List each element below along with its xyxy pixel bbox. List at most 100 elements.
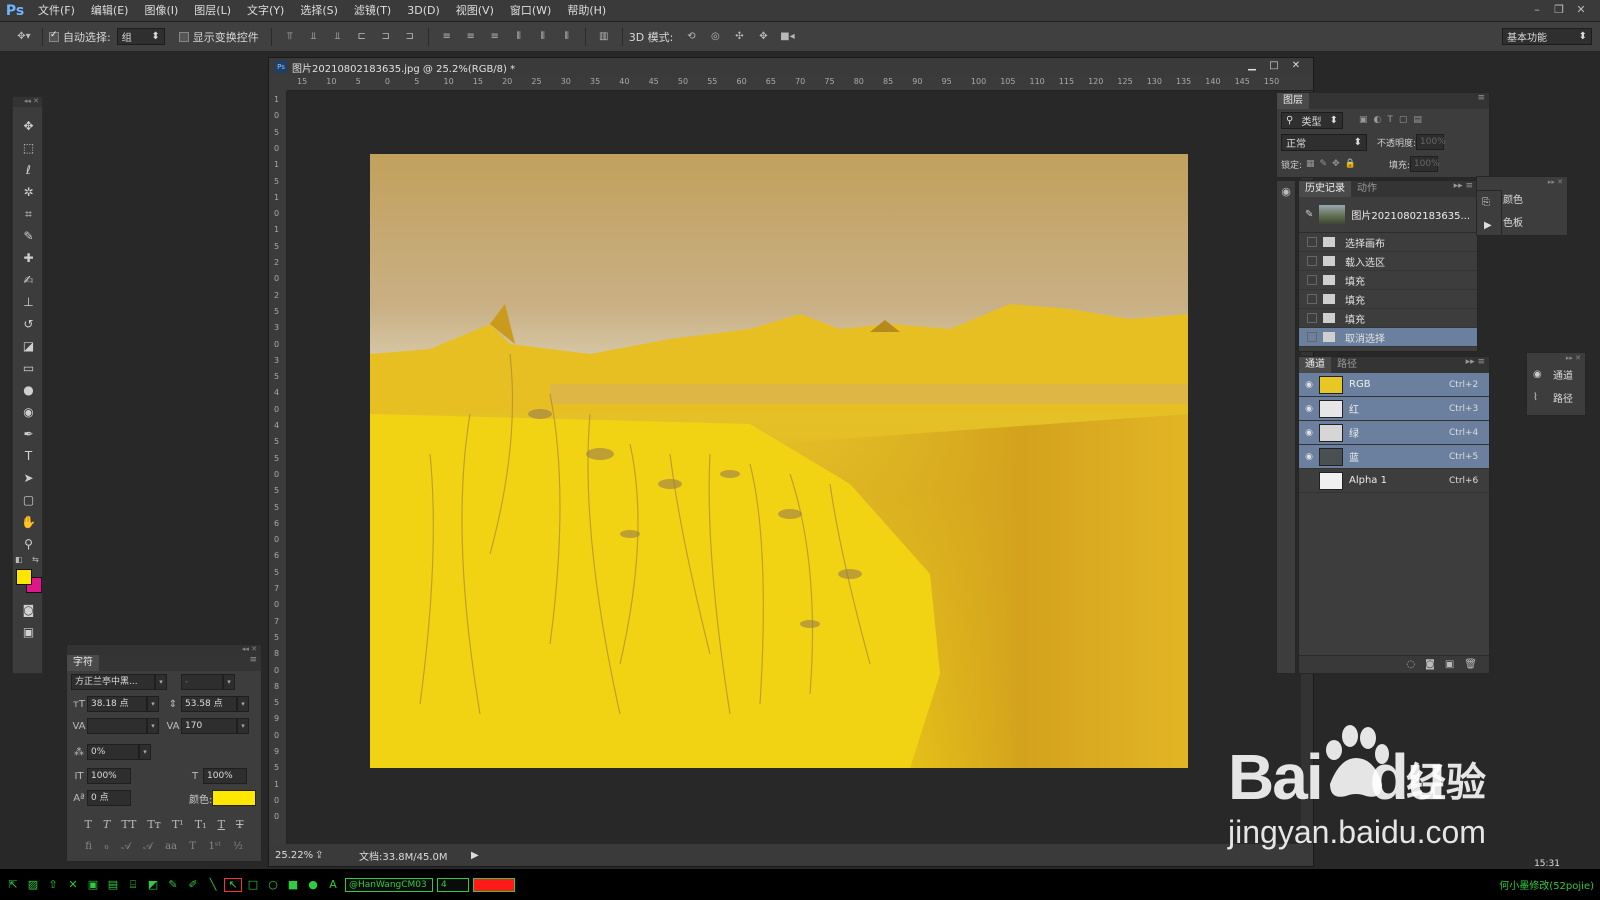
mini-panel-header[interactable]: ▸▸ ✕ xyxy=(1477,177,1567,187)
tb-up-icon[interactable]: ⇧ xyxy=(44,878,62,892)
mini-paths-button[interactable]: ⌇ 路径 xyxy=(1527,386,1585,409)
3d-pan-icon[interactable]: ✣ xyxy=(729,28,749,46)
panel-menu-icon[interactable]: ≡ xyxy=(249,655,257,665)
path-selection-tool-icon[interactable]: ➤ xyxy=(13,467,44,489)
tb-pen-icon[interactable]: ✎ xyxy=(164,878,182,892)
tb-marker-icon[interactable]: ✐ xyxy=(184,878,202,892)
character-panel-header[interactable]: ◂◂ ✕ xyxy=(67,645,261,655)
show-transform-checkbox[interactable] xyxy=(178,31,189,42)
ordinals-icon[interactable]: T xyxy=(189,841,196,852)
titling-icon[interactable]: aa xyxy=(165,841,177,852)
ligatures-icon[interactable]: fi xyxy=(85,841,92,852)
tb-text-icon[interactable]: A xyxy=(324,878,342,892)
lasso-tool-icon[interactable]: ℓ xyxy=(13,159,44,181)
clone-stamp-tool-icon[interactable]: ⊥ xyxy=(13,291,44,313)
tb-save-icon[interactable]: ▣ xyxy=(84,878,102,892)
tb-eraser-icon[interactable]: ◩ xyxy=(144,878,162,892)
history-item[interactable]: 填充 xyxy=(1299,309,1477,328)
menu-item[interactable]: 选择(S) xyxy=(292,0,346,22)
small-caps-icon[interactable]: Tт xyxy=(147,818,160,831)
history-brush-checkbox[interactable] xyxy=(1307,313,1317,323)
chevron-down-icon[interactable]: ▾ xyxy=(237,718,249,734)
tsume-field[interactable]: 0% xyxy=(87,744,139,760)
ordinals-st-icon[interactable]: 1ˢᵗ xyxy=(208,841,220,852)
faux-italic-icon[interactable]: T xyxy=(103,818,110,831)
tb-filled-rect-icon[interactable]: ■ xyxy=(284,878,302,892)
chevron-down-icon[interactable]: ▾ xyxy=(147,696,159,712)
canvas-image[interactable] xyxy=(370,154,1188,768)
blend-mode-dropdown[interactable]: 正常 ⬍ xyxy=(1281,133,1367,151)
history-brush-checkbox[interactable] xyxy=(1307,294,1317,304)
menu-item[interactable]: 3D(D) xyxy=(399,0,448,22)
old-style-icon[interactable]: ℴ xyxy=(104,841,109,852)
shape-tool-icon[interactable]: ▢ xyxy=(13,489,44,511)
menu-item[interactable]: 文件(F) xyxy=(30,0,83,22)
mini-channels-button[interactable]: ◉ 通道 xyxy=(1527,363,1585,386)
move-tool-preset-icon[interactable]: ✥▾ xyxy=(14,28,34,46)
brush-tool-icon[interactable]: ✍ xyxy=(13,269,44,291)
panel-menu-icon[interactable]: ≡ xyxy=(1477,93,1485,103)
hand-tool-icon[interactable]: ✋ xyxy=(13,511,44,533)
auto-select-checkbox[interactable] xyxy=(49,30,59,42)
share-icon[interactable]: ⇪ xyxy=(315,850,359,861)
swash-icon[interactable]: 𝒜 xyxy=(121,841,130,852)
eye-icon[interactable]: ◉ xyxy=(1299,404,1319,414)
magic-wand-tool-icon[interactable]: ✲ xyxy=(13,181,44,203)
vertical-ruler[interactable]: 1050151015202530354045505560657075808590… xyxy=(269,91,287,844)
font-size-field[interactable]: 38.18 点 xyxy=(87,696,147,712)
chevron-down-icon[interactable]: ▾ xyxy=(147,718,159,734)
screen-mode-icon[interactable]: ▣ xyxy=(13,621,44,643)
channel-row[interactable]: ◉ RGB Ctrl+2 xyxy=(1299,373,1489,397)
underline-icon[interactable]: T xyxy=(218,818,225,831)
tab-channels-0[interactable]: 通道 xyxy=(1299,357,1331,373)
tb-user-field[interactable]: @HanWangCM03 xyxy=(345,877,433,892)
tools-panel-header[interactable]: ◂◂ ✕ xyxy=(13,97,42,107)
distribute-left-icon[interactable]: ⫴ xyxy=(509,28,529,46)
delete-channel-icon[interactable]: 🗑 xyxy=(1464,659,1477,670)
tb-size-field[interactable]: 4 xyxy=(437,877,469,892)
tb-color-field[interactable] xyxy=(473,877,515,892)
panel-menu-icon[interactable]: ▸▸ ≡ xyxy=(1454,181,1473,191)
superscript-icon[interactable]: T¹ xyxy=(172,818,184,831)
strikethrough-icon[interactable]: T xyxy=(236,818,243,831)
tb-screen-icon[interactable]: ▤ xyxy=(104,878,122,892)
align-hcenter-icon[interactable]: ⊐ xyxy=(376,28,396,46)
tab-history-1[interactable]: 动作 xyxy=(1351,181,1383,197)
eye-icon[interactable]: ◉ xyxy=(1299,428,1319,438)
channel-row[interactable]: ◉ 红 Ctrl+3 xyxy=(1299,397,1489,421)
history-brush-source-icon[interactable]: ✎ xyxy=(1305,209,1313,220)
3d-slide-icon[interactable]: ✥ xyxy=(753,28,773,46)
history-item[interactable]: 选择画布 xyxy=(1299,233,1477,252)
healing-brush-tool-icon[interactable]: ✚ xyxy=(13,247,44,269)
history-brush-checkbox[interactable] xyxy=(1307,237,1317,247)
history-item[interactable]: 取消选择 xyxy=(1299,328,1477,347)
distribute-right-icon[interactable]: ⫴ xyxy=(557,28,577,46)
stylistic-alt-icon[interactable]: 𝒜 xyxy=(143,841,152,852)
kerning-field[interactable] xyxy=(87,718,147,734)
menu-item[interactable]: 图层(L) xyxy=(186,0,239,22)
history-item[interactable]: 填充 xyxy=(1299,271,1477,290)
canvas-area[interactable] xyxy=(287,91,1313,844)
tab-history-0[interactable]: 历史记录 xyxy=(1299,181,1351,197)
close-icon[interactable]: ✕ xyxy=(1570,0,1592,20)
load-selection-icon[interactable]: ◌ xyxy=(1406,659,1415,670)
align-top-icon[interactable]: ⫪ xyxy=(280,28,300,46)
menu-item[interactable]: 编辑(E) xyxy=(83,0,137,22)
quick-mask-icon[interactable]: ◙ xyxy=(13,599,44,621)
lock-icons[interactable]: ▦✎✥🔒 xyxy=(1306,159,1361,169)
minimize-icon[interactable]: – xyxy=(1526,0,1548,20)
tb-arrow-icon[interactable]: ↖ xyxy=(224,877,242,892)
horizontal-ruler[interactable]: 15 10 5 0 5 10 15 20 25 30 35 40 45 50 55 60 65 70 75 80 85 9… xyxy=(287,76,1313,91)
align-vcenter-icon[interactable]: ⫫ xyxy=(304,28,324,46)
font-style-field[interactable]: - xyxy=(181,674,223,690)
menu-item[interactable]: 视图(V) xyxy=(448,0,502,22)
fractions-icon[interactable]: ½ xyxy=(233,841,243,852)
tb-folder-icon[interactable]: ⌸ xyxy=(124,878,142,892)
tab-layers[interactable]: 图层 xyxy=(1277,93,1309,109)
document-tab[interactable]: Ps 图片20210802183635.jpg @ 25.2%(RGB/8) *… xyxy=(269,58,1313,76)
mini-panel-header[interactable]: ▸▸ ✕ xyxy=(1527,353,1585,363)
distribute-hcenter-icon[interactable]: ⫴ xyxy=(533,28,553,46)
doc-maximize-icon[interactable]: □ xyxy=(1263,58,1285,74)
eye-icon[interactable]: ◉ xyxy=(1277,185,1295,198)
distribute-vcenter-icon[interactable]: ≡ xyxy=(461,28,481,46)
